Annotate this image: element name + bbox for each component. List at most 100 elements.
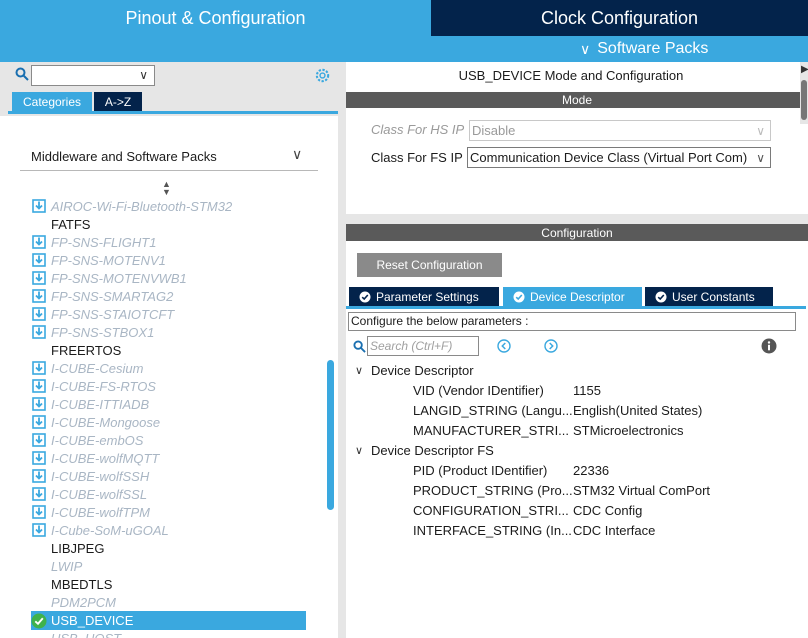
tab-user-constants-label: User Constants [672, 289, 755, 304]
list-item[interactable]: FATFS [51, 215, 90, 233]
next-icon[interactable] [544, 339, 558, 353]
list-item[interactable]: FP-SNS-STBOX1 [32, 323, 154, 341]
parameter-value[interactable]: CDC Interface [573, 521, 655, 539]
tab-a-z[interactable]: A->Z [94, 92, 142, 111]
list-item[interactable]: FP-SNS-FLIGHT1 [32, 233, 156, 251]
list-item-label: I-CUBE-Cesium [51, 360, 144, 376]
list-item[interactable]: FP-SNS-STAIOTCFT [32, 305, 174, 323]
list-item[interactable]: LWIP [51, 557, 82, 575]
parameter-name[interactable]: VID (Vendor IDentifier) [413, 381, 544, 399]
panel-splitter[interactable] [346, 214, 808, 224]
parameter-name[interactable]: PID (Product IDentifier) [413, 461, 547, 479]
mode-header: Mode [346, 92, 808, 108]
list-item-label: I-CUBE-FS-RTOS [51, 378, 156, 394]
list-item[interactable]: FP-SNS-SMARTAG2 [32, 287, 173, 305]
tree-group[interactable]: ∨ Device Descriptor [355, 361, 474, 379]
parameter-name[interactable]: MANUFACTURER_STRI... [413, 421, 569, 439]
chevron-down-icon[interactable]: ∨ [756, 149, 765, 167]
parameter-value[interactable]: STM32 Virtual ComPort [573, 481, 710, 499]
hs-class-select: Disable ∨ [469, 120, 771, 141]
check-circle-icon [655, 291, 667, 302]
info-icon[interactable] [761, 338, 777, 354]
list-item-label: I-CUBE-wolfSSH [51, 468, 150, 484]
gear-icon[interactable] [314, 67, 331, 84]
parameter-name[interactable]: PRODUCT_STRING (Pro... [413, 481, 573, 499]
tab-clock-configuration[interactable]: Clock Configuration [431, 0, 808, 36]
section-divider [20, 170, 318, 171]
tab-user-constants[interactable]: User Constants [645, 287, 773, 306]
list-item[interactable]: I-CUBE-Mongoose [32, 413, 160, 431]
fs-class-select[interactable]: Communication Device Class (Virtual Port… [467, 147, 771, 168]
chevron-down-icon: ∨ [580, 40, 591, 57]
list-item-label: FREERTOS [51, 342, 122, 358]
list-item[interactable]: I-CUBE-wolfSSL [32, 485, 147, 503]
list-item[interactable]: I-CUBE-wolfTPM [32, 503, 150, 521]
list-item-label: AIROC-Wi-Fi-Bluetooth-STM32 [51, 198, 233, 214]
list-item[interactable]: I-CUBE-ITTIADB [32, 395, 149, 413]
tab-parameter-settings[interactable]: Parameter Settings [349, 287, 499, 306]
list-item[interactable]: PDM2PCM [51, 593, 116, 611]
download-icon [32, 523, 46, 537]
scroll-up-icon[interactable]: ▶ [801, 64, 808, 75]
parameter-search-input[interactable]: Search (Ctrl+F) [367, 336, 479, 356]
list-item[interactable]: I-CUBE-FS-RTOS [32, 377, 156, 395]
list-item-label: FATFS [51, 216, 91, 232]
download-icon [32, 361, 46, 375]
previous-icon[interactable] [497, 339, 511, 353]
chevron-down-icon[interactable]: ∨ [355, 364, 371, 377]
left-scrollbar[interactable] [327, 360, 334, 510]
list-item[interactable]: I-CUBE-embOS [32, 431, 143, 449]
panel-divider[interactable] [338, 62, 346, 638]
list-item[interactable]: I-Cube-SoM-uGOAL [32, 521, 169, 539]
chevron-down-icon[interactable]: ∨ [139, 68, 148, 82]
list-item-label: I-CUBE-wolfTPM [51, 504, 150, 520]
tree-group-label: Device Descriptor FS [371, 442, 494, 458]
software-packs-menu[interactable]: ∨ Software Packs [580, 38, 708, 60]
chevron-down-icon[interactable]: ∨ [292, 146, 302, 163]
tab-pinout-configuration[interactable]: Pinout & Configuration [0, 0, 431, 36]
parameter-value[interactable]: 1155 [573, 381, 601, 399]
chevron-down-icon[interactable]: ∨ [355, 444, 371, 457]
list-item[interactable]: FP-SNS-MOTENVWB1 [32, 269, 187, 287]
tab-categories[interactable]: Categories [12, 92, 92, 111]
search-input[interactable]: ∨ [31, 65, 155, 86]
list-item-label: FP-SNS-FLIGHT1 [51, 234, 157, 250]
list-item[interactable]: USB_DEVICE [31, 611, 306, 630]
check-circle-icon [359, 291, 371, 302]
list-item[interactable]: I-CUBE-wolfMQTT [32, 449, 159, 467]
mode-scrollbar[interactable] [801, 80, 807, 120]
tab-a-z-label: A->Z [104, 94, 132, 109]
hs-class-label: Class For HS IP [371, 122, 465, 137]
parameter-name[interactable]: LANGID_STRING (Langu... [413, 401, 573, 419]
reset-configuration-button[interactable]: Reset Configuration [357, 253, 502, 277]
parameter-value[interactable]: English(United States) [573, 401, 702, 419]
list-item[interactable]: I-CUBE-wolfSSH [32, 467, 149, 485]
parameter-name[interactable]: CONFIGURATION_STRI... [413, 501, 569, 519]
download-icon [32, 451, 46, 465]
fs-class-value: Communication Device Class (Virtual Port… [470, 150, 748, 165]
list-item[interactable]: MBEDTLS [51, 575, 112, 593]
tab-device-descriptor[interactable]: Device Descriptor [503, 287, 642, 306]
list-item[interactable]: USB_HOST [51, 629, 121, 638]
list-item-label: I-CUBE-wolfSSL [51, 486, 148, 502]
list-item-label: FP-SNS-MOTENVWB1 [51, 270, 187, 286]
sort-icon[interactable]: ▲ ▼ [162, 180, 171, 197]
list-item[interactable]: I-CUBE-Cesium [32, 359, 143, 377]
list-item-label: FP-SNS-MOTENV1 [51, 252, 166, 268]
download-icon [32, 325, 46, 339]
list-item-label: FP-SNS-STAIOTCFT [51, 306, 175, 322]
list-item[interactable]: FREERTOS [51, 341, 121, 359]
list-item[interactable]: AIROC-Wi-Fi-Bluetooth-STM32 [32, 197, 232, 215]
list-item-label: I-CUBE-wolfMQTT [51, 450, 160, 466]
list-item[interactable]: FP-SNS-MOTENV1 [32, 251, 166, 269]
parameter-value[interactable]: STMicroelectronics [573, 421, 684, 439]
parameter-value[interactable]: CDC Config [573, 501, 642, 519]
parameter-value[interactable]: 22336 [573, 461, 609, 479]
list-item-label: USB_DEVICE [51, 613, 134, 628]
list-item-label: PDM2PCM [51, 594, 117, 610]
parameter-name[interactable]: INTERFACE_STRING (In... [413, 521, 572, 539]
tab-clock-label: Clock Configuration [540, 7, 699, 28]
list-item[interactable]: LIBJPEG [51, 539, 104, 557]
mode-header-label: Mode [561, 93, 593, 107]
tree-group[interactable]: ∨ Device Descriptor FS [355, 441, 494, 459]
